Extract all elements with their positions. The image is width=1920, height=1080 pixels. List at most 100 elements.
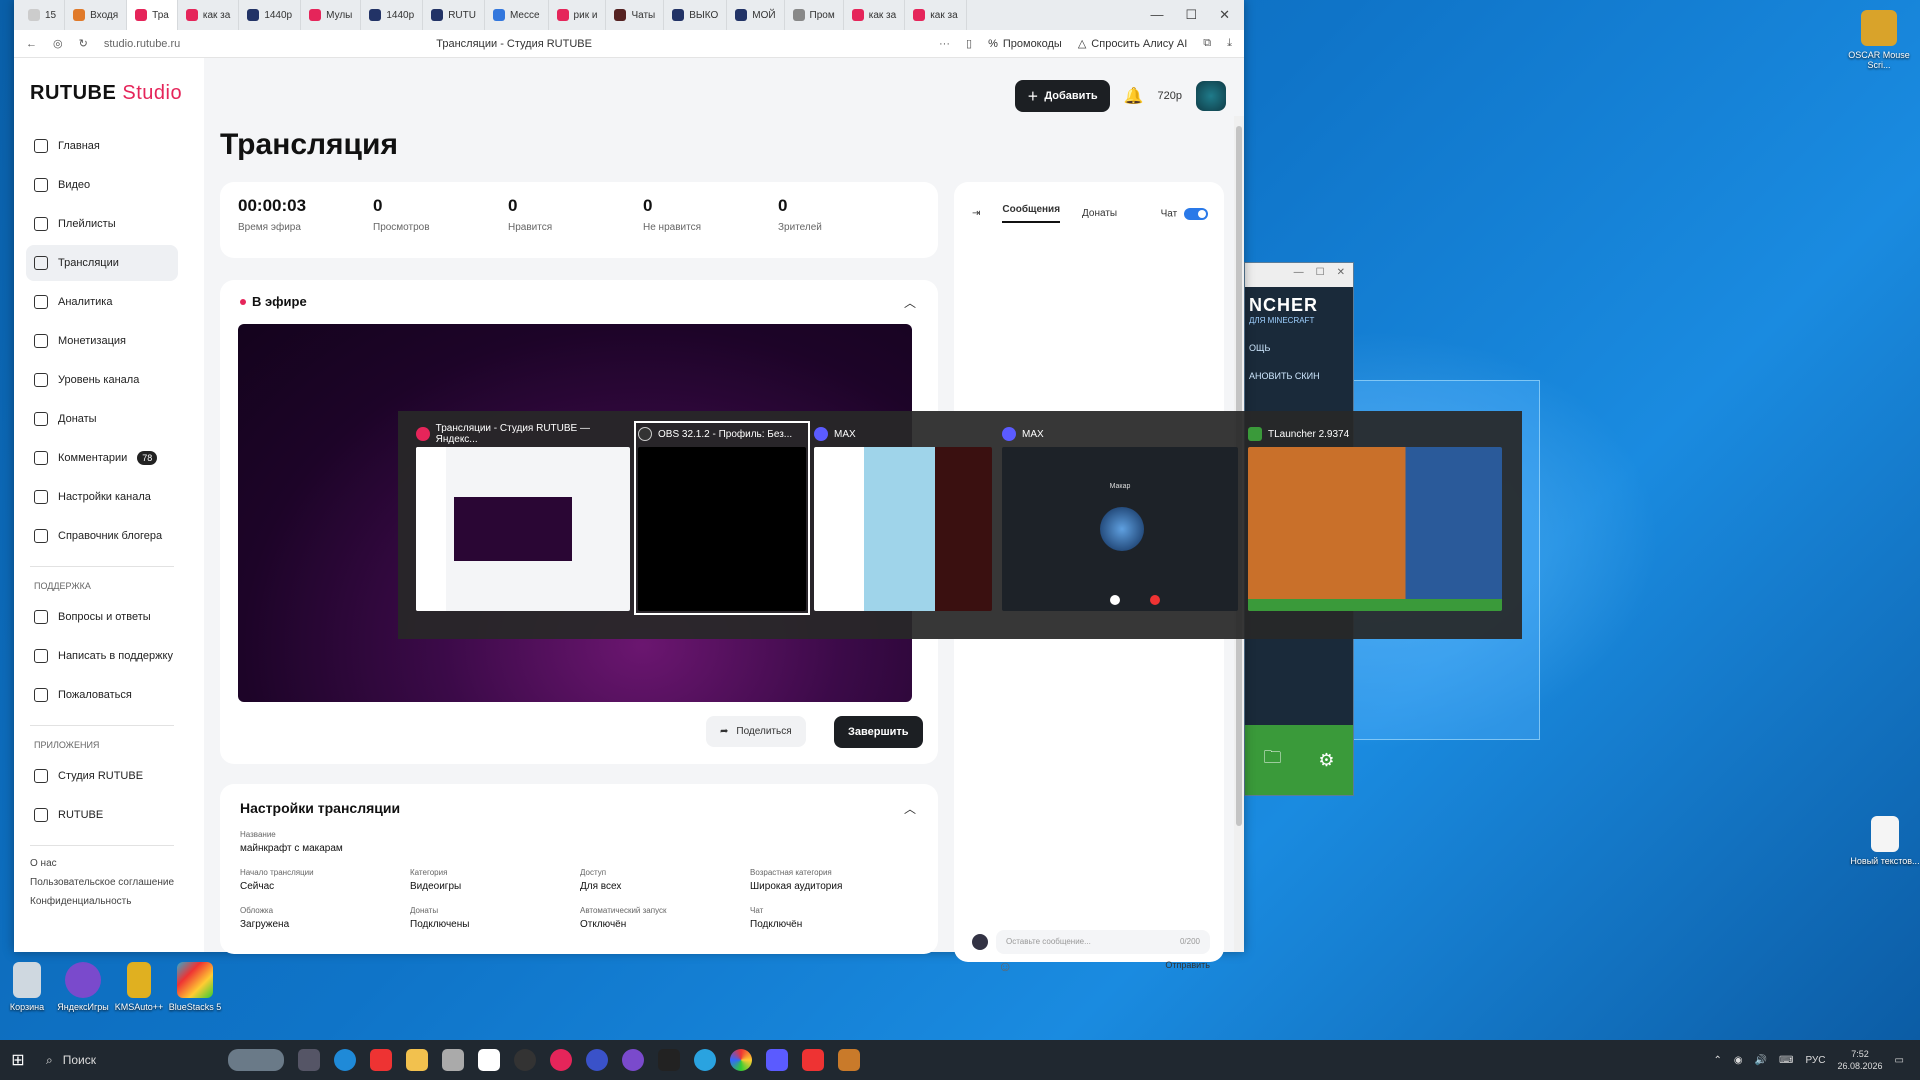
back-icon[interactable]: ←: [26, 38, 37, 50]
sidebar-item[interactable]: Плейлисты: [26, 206, 178, 242]
explorer-icon[interactable]: [406, 1049, 428, 1071]
chat-message-input[interactable]: Оставьте сообщение... 0/200: [996, 930, 1210, 954]
chevron-up-icon[interactable]: ︿: [904, 800, 916, 817]
minecraft-icon[interactable]: [838, 1049, 860, 1071]
maximize-icon[interactable]: ☐: [1316, 267, 1325, 283]
bookmark-icon[interactable]: ▯: [966, 37, 972, 50]
gamepad-icon[interactable]: [622, 1049, 644, 1071]
volume-icon[interactable]: 🔊: [1755, 1055, 1767, 1066]
edge-icon[interactable]: [334, 1049, 356, 1071]
sidebar-item[interactable]: Справочник блогера: [26, 518, 178, 554]
browser-tab[interactable]: 1440p: [239, 0, 302, 30]
ask-alice-button[interactable]: △ Спросить Алису AI: [1078, 37, 1187, 51]
browser-tab[interactable]: 15: [20, 0, 66, 30]
rutube-studio-logo[interactable]: RUTUBE Studio: [30, 82, 182, 105]
desktop-icon-bluestacks[interactable]: BlueStacks 5: [160, 962, 230, 1012]
tlauncher-menu-skin[interactable]: АНОВИТЬ СКИН: [1245, 353, 1353, 381]
switcher-item-tlauncher[interactable]: TLauncher 2.9374: [1248, 425, 1502, 611]
download-icon[interactable]: ⤓: [1227, 37, 1232, 50]
sidebar-item[interactable]: Написать в поддержку: [26, 638, 178, 674]
store-icon[interactable]: [478, 1049, 500, 1071]
sidebar-item[interactable]: Трансляции: [26, 245, 178, 281]
sidebar-item[interactable]: Вопросы и ответы: [26, 599, 178, 635]
reload-icon[interactable]: ↻: [79, 37, 88, 50]
collapse-panel-icon[interactable]: ⇥: [972, 208, 980, 219]
browser-tab[interactable]: Чаты: [606, 0, 665, 30]
tab-messages[interactable]: Сообщения: [1002, 204, 1061, 223]
max-icon[interactable]: [766, 1049, 788, 1071]
clock[interactable]: 7:52 26.08.2026: [1838, 1048, 1883, 1072]
sidebar-item[interactable]: Донаты: [26, 401, 178, 437]
browser-tab[interactable]: 1440p: [361, 0, 424, 30]
browser-tab[interactable]: Мессе: [485, 0, 549, 30]
end-stream-button[interactable]: Завершить: [834, 716, 923, 748]
switcher-item-browser[interactable]: Трансляции - Студия RUTUBE — Яндекс...: [416, 423, 630, 611]
network-icon[interactable]: ◉: [1734, 1055, 1743, 1066]
sidebar-item[interactable]: Настройки канала: [26, 479, 178, 515]
sidebar-item[interactable]: Монетизация: [26, 323, 178, 359]
chevron-up-icon[interactable]: ⌃: [1713, 1055, 1721, 1066]
task-view-icon[interactable]: [298, 1049, 320, 1071]
browser-tab[interactable]: RUTU: [423, 0, 485, 30]
chevron-up-icon[interactable]: ︿: [904, 294, 916, 311]
browser-tab[interactable]: МОЙ: [727, 0, 785, 30]
minimize-icon[interactable]: —: [1150, 7, 1163, 23]
browser-tab[interactable]: Входя: [65, 0, 128, 30]
footer-link[interactable]: О нас: [26, 858, 178, 869]
tab-donates[interactable]: Донаты: [1082, 208, 1117, 219]
sidebar-item[interactable]: Уровень канала: [26, 362, 178, 398]
sidebar-item[interactable]: Студия RUTUBE: [26, 758, 178, 794]
browser-tab[interactable]: ВЫКО: [664, 0, 728, 30]
yandex-icon[interactable]: [802, 1049, 824, 1071]
browser-icon[interactable]: [586, 1049, 608, 1071]
notifications-icon[interactable]: ▭: [1895, 1055, 1904, 1066]
browser-tab[interactable]: как за: [178, 0, 240, 30]
gear-icon[interactable]: ⚙: [1318, 750, 1334, 771]
browser-tab[interactable]: рик и: [549, 0, 607, 30]
browser-tab[interactable]: как за: [844, 0, 906, 30]
desktop-icon-oscar[interactable]: OSCAR Mouse Scri...: [1844, 10, 1914, 70]
widget-icon[interactable]: [228, 1049, 284, 1071]
emoji-icon[interactable]: ☺: [998, 958, 1012, 974]
chat-toggle[interactable]: [1184, 207, 1208, 220]
taskbar-search[interactable]: ⌕ Поиск: [36, 1040, 216, 1080]
bell-icon[interactable]: 🔔: [1124, 86, 1144, 106]
windows-start-icon[interactable]: ⊞: [0, 1040, 36, 1080]
sidebar-item[interactable]: Главная: [26, 128, 178, 164]
footer-link[interactable]: Пользовательское соглашение: [26, 877, 178, 888]
switcher-item-obs[interactable]: OBS 32.1.2 - Профиль: Без...: [634, 421, 810, 615]
epic-games-icon[interactable]: [658, 1049, 680, 1071]
extensions-icon[interactable]: ⧉: [1203, 37, 1211, 50]
browser-tab[interactable]: Мулы: [301, 0, 362, 30]
shield-icon[interactable]: ◎: [53, 37, 63, 50]
sidebar-item[interactable]: Пожаловаться: [26, 677, 178, 713]
send-button[interactable]: Отправить: [1165, 960, 1210, 970]
desktop-icon-new-file[interactable]: Новый текстов...: [1850, 816, 1920, 866]
obs-icon[interactable]: [514, 1049, 536, 1071]
folder-icon[interactable]: 🗀: [1263, 745, 1281, 775]
more-icon[interactable]: ···: [939, 38, 950, 50]
switcher-item-max-1[interactable]: MAX: [814, 425, 992, 611]
sidebar-item[interactable]: Комментарии 78: [26, 440, 178, 476]
keyboard-icon[interactable]: ⌨: [1779, 1055, 1793, 1066]
sidebar-item[interactable]: Видео: [26, 167, 178, 203]
sidebar-item[interactable]: Аналитика: [26, 284, 178, 320]
maximize-icon[interactable]: ☐: [1185, 7, 1197, 23]
yandex-browser-icon[interactable]: [550, 1049, 572, 1071]
mail-icon[interactable]: [442, 1049, 464, 1071]
telegram-icon[interactable]: [694, 1049, 716, 1071]
language-indicator[interactable]: РУС: [1805, 1055, 1825, 1066]
switcher-item-max-2[interactable]: MAX Макар: [1002, 425, 1238, 611]
close-icon[interactable]: ✕: [1337, 267, 1345, 283]
avatar[interactable]: [1196, 81, 1226, 111]
browser-tab[interactable]: Пром: [785, 0, 844, 30]
url-field[interactable]: studio.rutube.ru: [104, 38, 180, 50]
share-button[interactable]: ➦ Поделиться: [706, 716, 806, 747]
footer-link[interactable]: Конфиденциальность: [26, 896, 178, 907]
close-icon[interactable]: ✕: [1219, 7, 1230, 23]
quality-label[interactable]: 720p: [1158, 90, 1182, 102]
tlauncher-menu-help[interactable]: ОЩЬ: [1245, 325, 1353, 353]
browser-tab[interactable]: как за: [905, 0, 967, 30]
yandex-icon[interactable]: [370, 1049, 392, 1071]
add-button[interactable]: ＋ Добавить: [1015, 80, 1110, 112]
